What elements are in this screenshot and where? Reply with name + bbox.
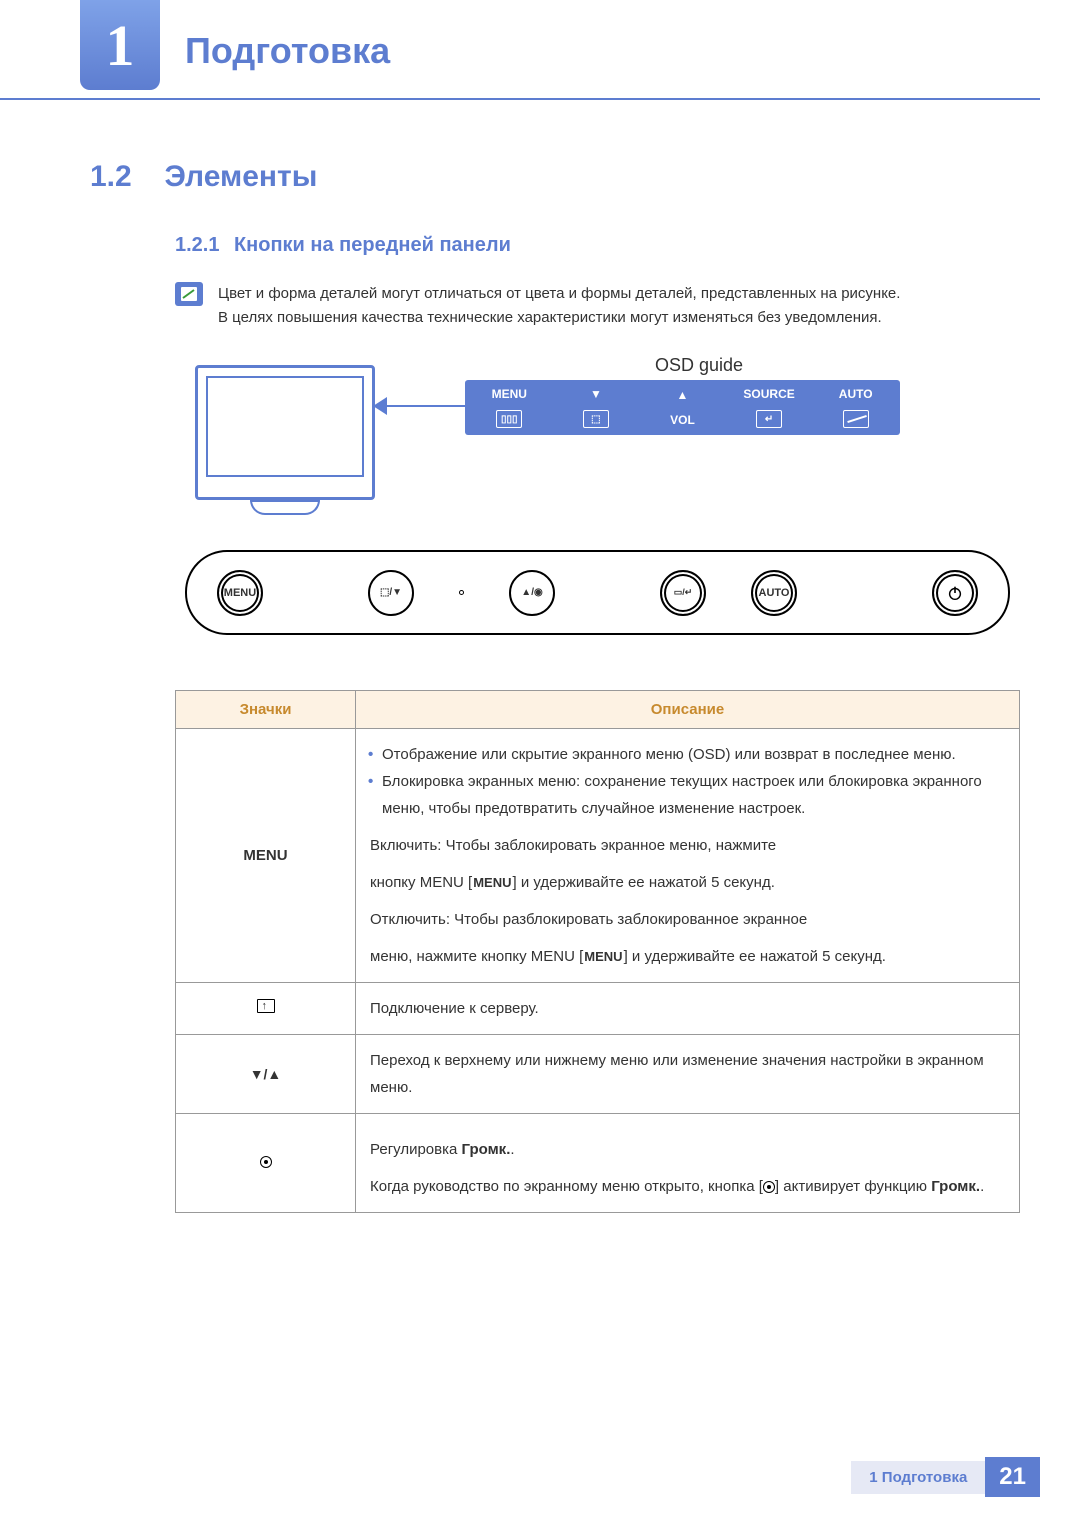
bullet: Отображение или скрытие экранного меню (…	[382, 741, 1005, 768]
footer-chapter-ref: 1 Подготовка	[851, 1461, 985, 1494]
note-line-2: В целях повышения качества технические х…	[218, 306, 900, 330]
row-icon-menu: MENU	[176, 729, 356, 983]
osd-auto-label: AUTO	[839, 387, 873, 401]
page-footer: 1 Подготовка 21	[851, 1457, 1040, 1497]
subsection-title: Кнопки на передней панели	[234, 234, 511, 256]
osd-auto-icon	[843, 410, 869, 428]
table-row: ▼/▲ Переход к верхнему или нижнему меню …	[176, 1035, 1020, 1114]
osd-source-label: SOURCE	[743, 387, 794, 401]
monitor-stand	[250, 500, 320, 515]
row-desc: Регулировка Громк.. Когда руководство по…	[356, 1114, 1020, 1213]
record-icon	[763, 1181, 775, 1193]
sensor-dot-icon	[459, 590, 464, 595]
auto-button: AUTO	[751, 570, 797, 616]
chapter-title: Подготовка	[185, 30, 390, 72]
row-desc: Переход к верхнему или нижнему меню или …	[356, 1035, 1020, 1114]
note-block: Цвет и форма деталей могут отличаться от…	[175, 282, 1020, 330]
osd-guide-label: OSD guide	[655, 355, 743, 376]
source-enter-button: ▭/↵	[660, 570, 706, 616]
down-up-arrow-icon: ▼/▲	[250, 1066, 282, 1082]
table-header-icons: Значки	[176, 691, 356, 729]
chapter-number: 1	[106, 12, 135, 79]
osd-menu-label: MENU	[492, 387, 527, 401]
osd-up-label: ▲	[677, 388, 689, 402]
subsection-number: 1.2.1	[175, 234, 219, 256]
table-header-desc: Описание	[356, 691, 1020, 729]
record-icon	[260, 1156, 272, 1168]
osd-panel: MENU ▯▯▯ ▼ ⬚ ▲ VOL SOURCE ↵ AUTO	[465, 380, 900, 435]
power-icon	[946, 584, 964, 602]
page-header: 1 Подготовка	[0, 0, 1040, 100]
chapter-badge: 1	[80, 0, 160, 90]
table-row: Регулировка Громк.. Когда руководство по…	[176, 1114, 1020, 1213]
bullet: Блокировка экранных меню: сохранение тек…	[382, 768, 1005, 822]
table-row: Подключение к серверу.	[176, 983, 1020, 1035]
diagram: OSD guide MENU ▯▯▯ ▼ ⬚ ▲ VOL SOURCE ↵ AUTO M…	[175, 350, 1020, 660]
server-icon	[257, 999, 275, 1013]
note-icon	[175, 282, 203, 306]
menu-button: MENU	[217, 570, 263, 616]
footer-page-number: 21	[985, 1457, 1040, 1497]
menu-button-label: MENU	[224, 587, 256, 599]
callout-line	[375, 405, 465, 407]
auto-button-label: AUTO	[759, 587, 790, 599]
section-number: 1.2	[90, 160, 160, 194]
osd-server-icon: ⬚	[583, 410, 609, 428]
up-record-button: ▲/◉	[509, 570, 555, 616]
row-desc: Отображение или скрытие экранного меню (…	[356, 729, 1020, 983]
note-line-1: Цвет и форма деталей могут отличаться от…	[218, 282, 900, 306]
front-button-bar: MENU ⬚/▼ ▲/◉ ▭/↵ AUTO	[185, 550, 1010, 635]
osd-menu-icon: ▯▯▯	[496, 410, 522, 428]
row-icon-record	[176, 1114, 356, 1213]
section-title: Элементы	[164, 160, 317, 193]
icons-table: Значки Описание MENU Отображение или скр…	[175, 690, 1020, 1213]
server-down-button: ⬚/▼	[368, 570, 414, 616]
table-row: MENU Отображение или скрытие экранного м…	[176, 729, 1020, 983]
subsection-heading: 1.2.1 Кнопки на передней панели	[175, 234, 1020, 257]
monitor-illustration	[195, 365, 375, 500]
row-desc: Подключение к серверу.	[356, 983, 1020, 1035]
row-icon-arrows: ▼/▲	[176, 1035, 356, 1114]
row-icon-server	[176, 983, 356, 1035]
osd-vol-label: VOL	[670, 413, 695, 427]
power-button	[932, 570, 978, 616]
osd-down-label: ▼	[590, 387, 602, 401]
osd-enter-icon: ↵	[756, 410, 782, 428]
section-heading: 1.2 Элементы	[90, 160, 1020, 194]
